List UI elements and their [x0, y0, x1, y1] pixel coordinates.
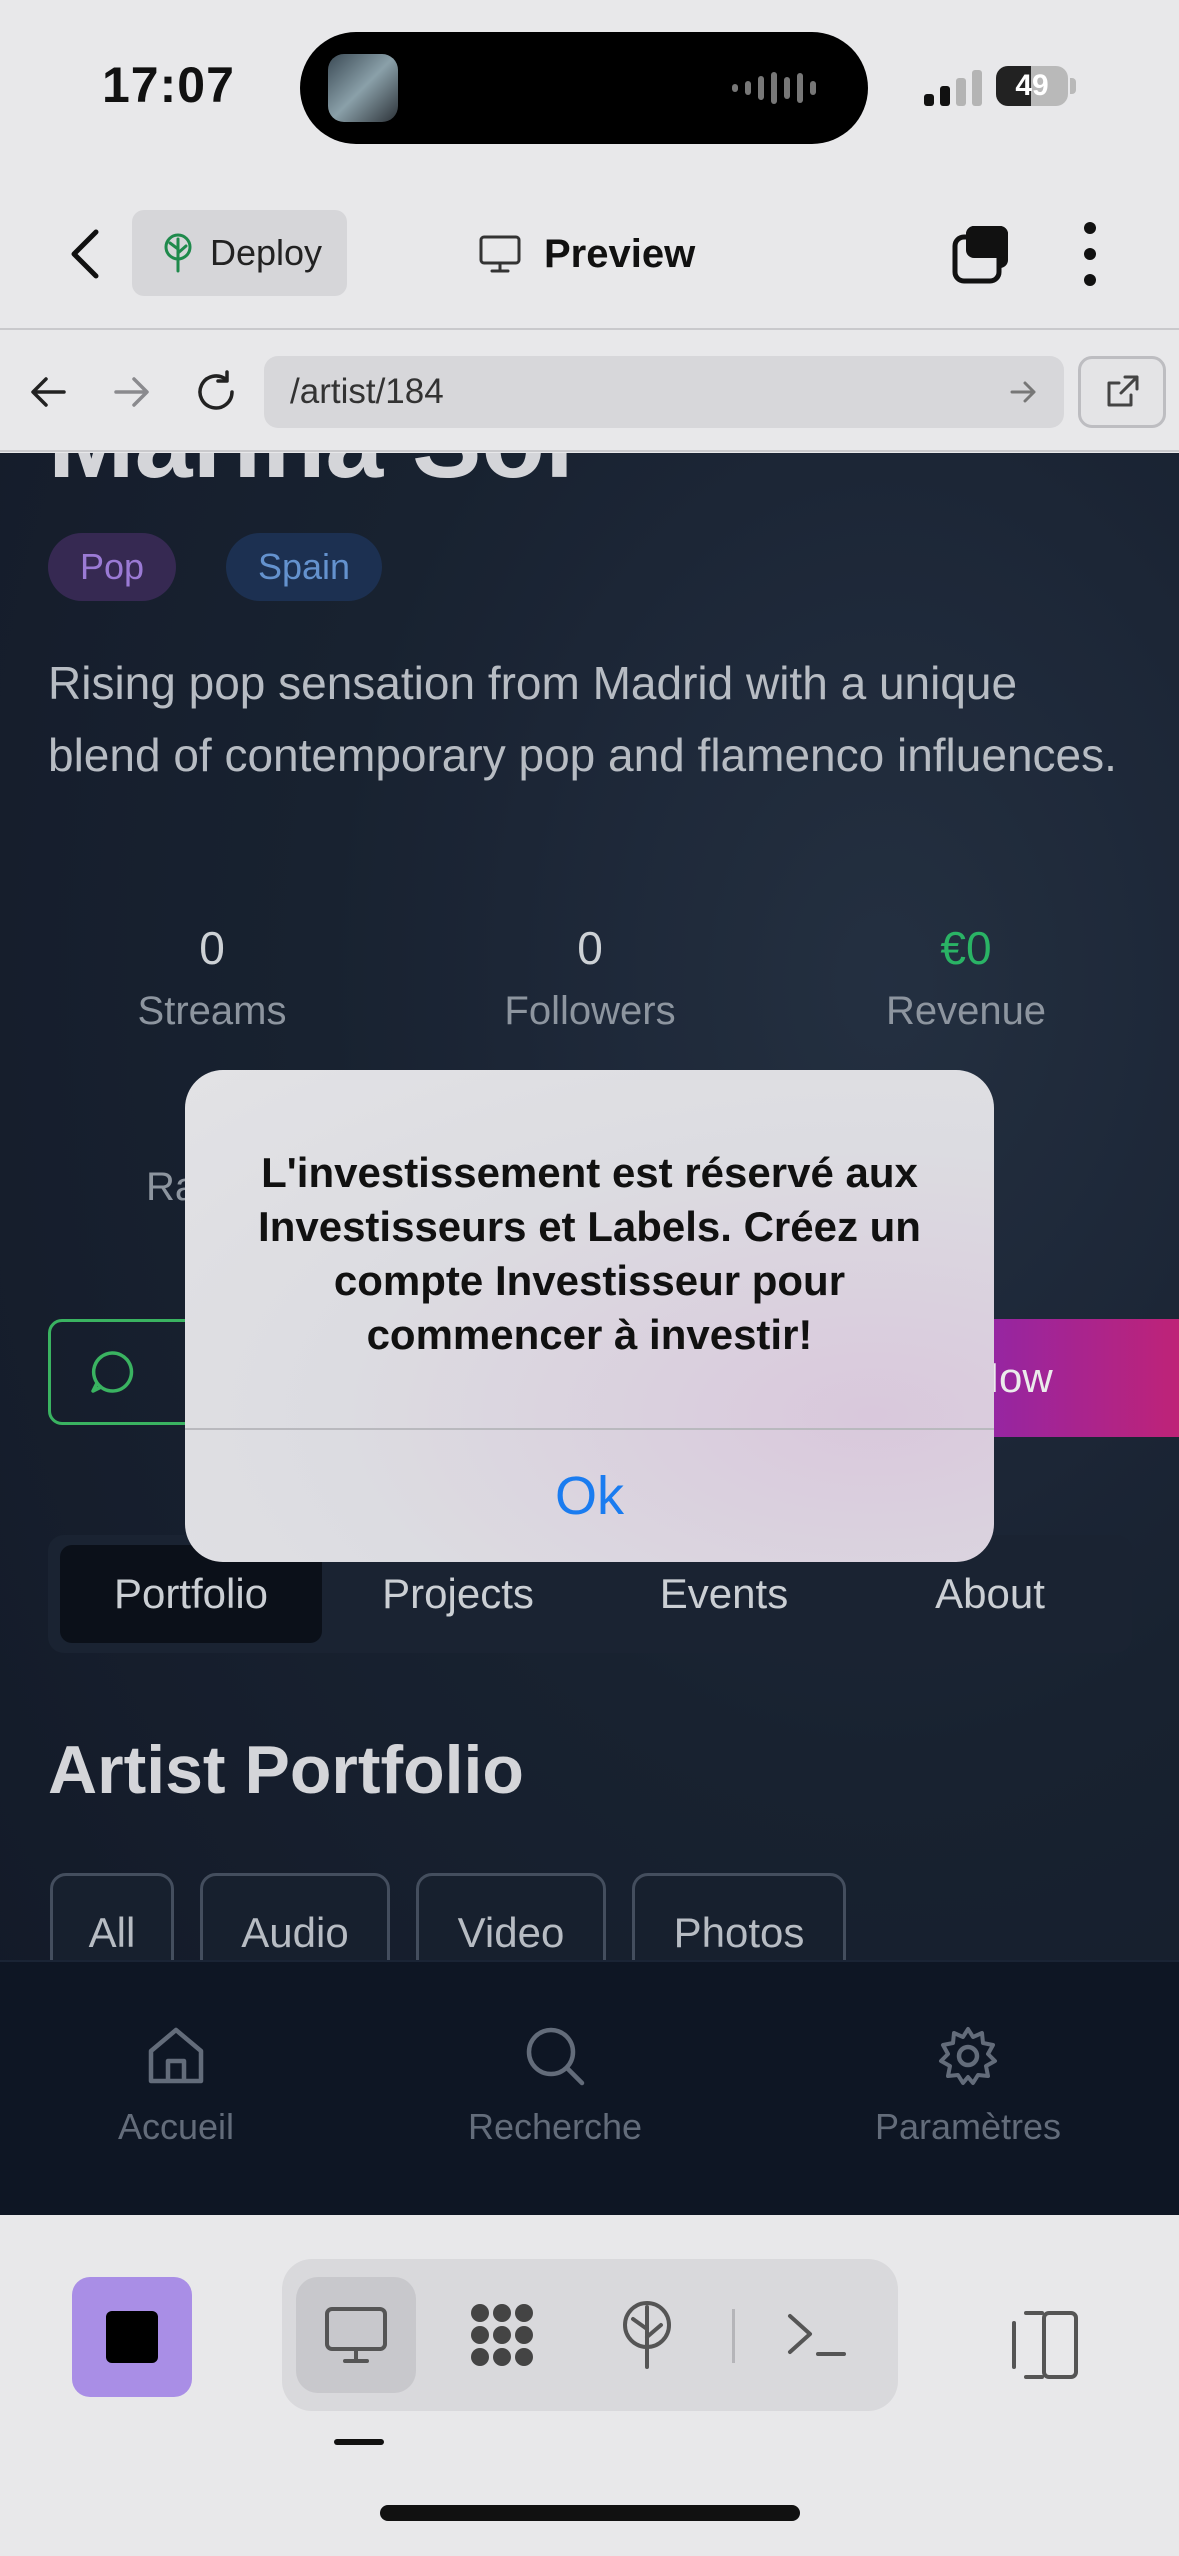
deploy-label: Deploy — [210, 232, 323, 273]
reload-button[interactable] — [184, 360, 248, 424]
tool-preview[interactable] — [296, 2277, 416, 2393]
sidebar-layout-icon — [1012, 2311, 1078, 2379]
browser-forward-button[interactable] — [100, 360, 164, 424]
now-playing-artwork — [328, 54, 398, 122]
status-bar: 17:07 49 — [0, 0, 1179, 180]
battery-level: 49 — [1015, 69, 1049, 102]
monitor-icon — [479, 235, 521, 273]
tabs-icon — [952, 226, 1008, 284]
more-dot-icon — [1084, 222, 1096, 234]
stop-button[interactable] — [72, 2277, 192, 2397]
chevron-left-icon — [71, 229, 99, 279]
url-text: /artist/184 — [290, 372, 444, 411]
app-top-bar: Deploy Preview — [0, 180, 1179, 330]
preview-title: Preview — [478, 222, 695, 286]
arrow-right-icon — [114, 377, 149, 407]
more-dot-icon — [1084, 274, 1096, 286]
more-dot-icon — [1084, 248, 1096, 260]
alert-ok-button[interactable]: Ok — [185, 1430, 994, 1562]
browser-url-bar: /artist/184 — [0, 332, 1179, 452]
monitor-icon — [325, 2307, 387, 2363]
layout-toggle-button[interactable] — [1002, 2303, 1086, 2387]
alert-message: L'investissement est réservé aux Investi… — [258, 1149, 921, 1358]
back-button[interactable] — [56, 224, 116, 284]
reload-icon — [198, 370, 234, 410]
open-external-button[interactable] — [1078, 356, 1166, 428]
deploy-tree-icon — [164, 233, 192, 273]
status-time: 17:07 — [102, 57, 235, 113]
tool-workflows[interactable] — [442, 2277, 562, 2393]
browser-back-button[interactable] — [16, 360, 80, 424]
tool-group — [282, 2259, 898, 2411]
audio-wave-icon — [732, 72, 816, 104]
tabs-button[interactable] — [950, 222, 1014, 286]
alert-dialog: L'investissement est réservé aux Investi… — [185, 1070, 994, 1562]
battery-nub — [1070, 78, 1076, 94]
arrow-left-icon — [31, 377, 66, 407]
active-tool-indicator — [334, 2439, 384, 2445]
deploy-tree-icon — [623, 2301, 671, 2369]
cellular-signal-icon — [924, 70, 982, 106]
tool-deployments[interactable] — [587, 2277, 707, 2393]
go-arrow-icon[interactable] — [1006, 374, 1042, 410]
workflow-icon — [471, 2304, 533, 2366]
external-link-icon — [1107, 375, 1139, 407]
preview-label: Preview — [544, 231, 696, 276]
deploy-button[interactable]: Deploy — [132, 210, 347, 296]
home-indicator[interactable] — [380, 2505, 800, 2521]
more-options-button[interactable] — [1064, 216, 1116, 292]
tool-shell[interactable] — [756, 2277, 876, 2393]
battery-icon: 49 — [996, 66, 1068, 106]
url-field[interactable]: /artist/184 — [264, 356, 1064, 428]
tool-divider — [732, 2309, 735, 2363]
dynamic-island — [300, 32, 868, 144]
terminal-icon — [788, 2314, 846, 2356]
stop-icon — [106, 2311, 158, 2363]
